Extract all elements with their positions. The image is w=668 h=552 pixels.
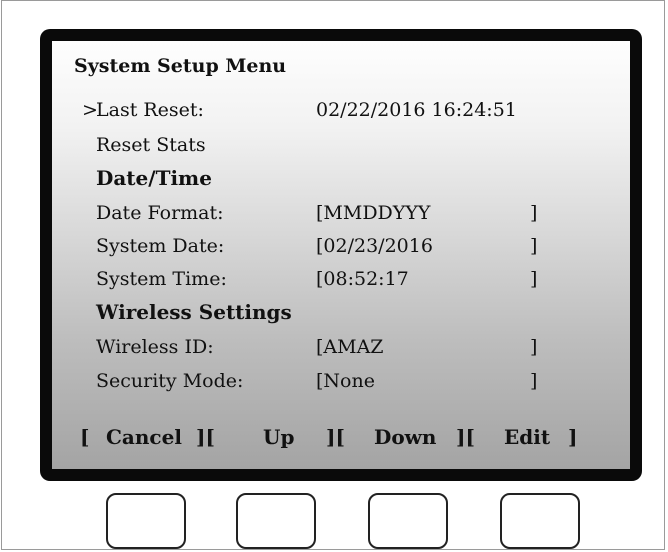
section-label: Wireless Settings	[96, 300, 292, 324]
row-value: [MMDDYYY	[316, 202, 431, 224]
row-label: Reset Stats	[96, 134, 206, 156]
row-label: Date Format:	[96, 202, 224, 224]
softkey-bracket: ][	[196, 425, 215, 449]
row-value: [02/23/2016	[316, 235, 433, 257]
softkey-bracket: ][	[326, 425, 345, 449]
section-label: Date/Time	[96, 166, 212, 190]
row-close-bracket: ]	[530, 336, 538, 358]
row-close-bracket: ]	[530, 370, 538, 392]
row-value: [AMAZ	[316, 336, 384, 358]
row-close-bracket: ]	[530, 268, 538, 290]
softkey-label-cancel[interactable]: Cancel	[106, 425, 182, 449]
row-value: 02/22/2016 16:24:51	[316, 99, 517, 121]
row-close-bracket: ]	[530, 202, 538, 224]
row-label: System Time:	[96, 268, 227, 290]
row-value: [08:52:17	[316, 268, 409, 290]
softkey-bracket: ]	[568, 425, 578, 449]
row-close-bracket: ]	[530, 235, 538, 257]
row-value: [None	[316, 370, 375, 392]
softkey-bracket: [	[80, 425, 90, 449]
softkey-bracket: ][	[456, 425, 475, 449]
softkey-button-edit[interactable]	[500, 493, 580, 549]
softkey-button-cancel[interactable]	[106, 493, 186, 549]
row-label: Security Mode:	[96, 370, 244, 392]
row-label: Last Reset:	[96, 99, 204, 121]
softkey-button-down[interactable]	[368, 493, 448, 549]
row-label: Wireless ID:	[96, 336, 214, 358]
row-label: System Date:	[96, 235, 225, 257]
device-panel: System Setup Menu > Last Reset: 02/22/20…	[1, 0, 665, 550]
softkey-label-up[interactable]: Up	[263, 425, 294, 449]
menu-title: System Setup Menu	[74, 55, 287, 77]
softkey-button-up[interactable]	[236, 493, 316, 549]
softkey-label-edit[interactable]: Edit	[504, 425, 550, 449]
softkey-label-down[interactable]: Down	[374, 425, 436, 449]
lcd-screen: System Setup Menu > Last Reset: 02/22/20…	[52, 41, 630, 469]
